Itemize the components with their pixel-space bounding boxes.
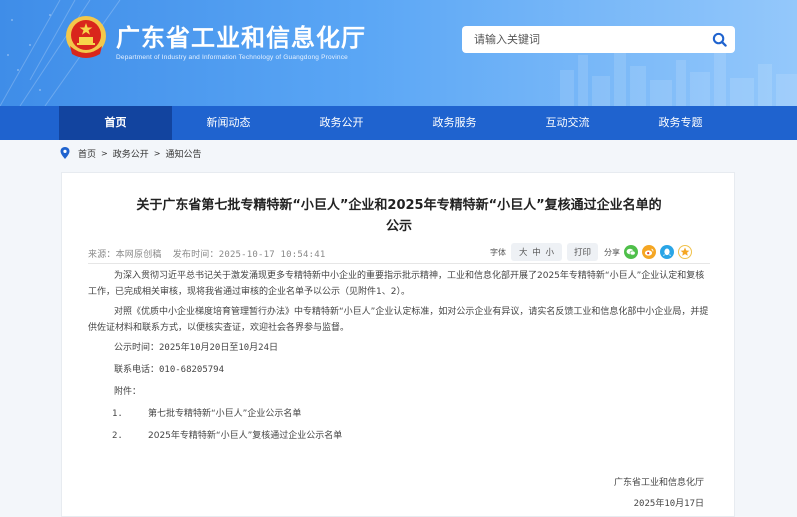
time-label: 发布时间： <box>172 250 219 260</box>
font-size-medium[interactable]: 中 <box>532 248 541 258</box>
font-size-small[interactable]: 小 <box>545 248 554 258</box>
nav-item-services[interactable]: 政务服务 <box>398 106 511 140</box>
attachment-number: 2. <box>112 431 123 441</box>
breadcrumb-notices[interactable]: 通知公告 <box>165 147 201 160</box>
wechat-icon[interactable] <box>623 245 638 259</box>
site-subtitle: Department of Industry and Information T… <box>116 54 348 61</box>
weibo-icon[interactable] <box>641 245 656 259</box>
national-emblem-icon <box>66 16 106 58</box>
article-paragraph-1: 为深入贯彻习近平总书记关于激发涌现更多专精特新中小企业的重要指示批示精神，工业和… <box>88 271 705 297</box>
attachment-item: 2. 2025年专精特新“小巨人”复核通过企业公示名单 <box>88 428 710 444</box>
signature-department: 广东省工业和信息化厅 <box>613 478 704 488</box>
article-card: 关于广东省第七批专精特新“小巨人”企业和2025年专精特新“小巨人”复核通过企业… <box>61 172 735 517</box>
article-title-line2: 公示 <box>385 219 412 234</box>
source-value: 本网原创稿 <box>115 250 162 260</box>
article-title-line1: 关于广东省第七批专精特新“小巨人”企业和2025年专精特新“小巨人”复核通过企业… <box>136 198 662 213</box>
font-size-switch: 大 中 小 <box>511 243 562 261</box>
site-title[interactable]: 广东省工业和信息化厅 <box>116 18 366 53</box>
attachment-link-1[interactable]: 第七批专精特新“小巨人”企业公示名单 <box>148 406 301 422</box>
breadcrumb: 首页 > 政务公开 > 通知公告 <box>60 146 201 160</box>
breadcrumb-home[interactable]: 首页 <box>78 147 96 160</box>
contact-phone: 联系电话：010-68205794 <box>114 365 225 375</box>
share-label: 分享 <box>603 247 620 257</box>
print-button[interactable]: 打印 <box>566 243 598 261</box>
nav-item-gov-affairs[interactable]: 政务公开 <box>285 106 398 140</box>
attachments-label: 附件： <box>114 387 142 397</box>
signature-date: 2025年10月17日 <box>633 499 704 509</box>
nav-item-topics[interactable]: 政务专题 <box>624 106 737 140</box>
font-size-large[interactable]: 大 <box>519 248 528 258</box>
article-meta: 来源：本网原创稿 发布时间：2025-10-17 10:54:41 <box>88 247 325 260</box>
favorite-star-icon[interactable] <box>677 245 692 259</box>
nav-item-news[interactable]: 新闻动态 <box>172 106 285 140</box>
nav-item-interaction[interactable]: 互动交流 <box>511 106 624 140</box>
article-body: 为深入贯彻习近平总书记关于激发涌现更多专精特新中小企业的重要指示批示精神，工业和… <box>88 268 710 450</box>
attachment-number: 1. <box>112 409 123 419</box>
header-banner: 广东省工业和信息化厅 Department of Industry and In… <box>0 0 797 106</box>
banner-background <box>0 0 797 106</box>
search-input[interactable] <box>462 26 702 53</box>
font-size-label: 字体 <box>490 247 506 257</box>
main-nav: 首页 新闻动态 政务公开 政务服务 互动交流 政务专题 <box>0 106 797 140</box>
article-paragraph-2: 对照《优质中小企业梯度培育管理暂行办法》中专精特新“小巨人”企业认定标准，如对公… <box>88 307 709 333</box>
publish-time: 2025-10-17 10:54:41 <box>218 250 326 260</box>
article-title: 关于广东省第七批专精特新“小巨人”企业和2025年专精特新“小巨人”复核通过企业… <box>82 195 716 237</box>
nav-item-home[interactable]: 首页 <box>59 106 172 140</box>
meta-divider <box>88 263 710 264</box>
search-box <box>462 26 735 53</box>
location-pin-icon <box>60 147 70 159</box>
attachment-link-2[interactable]: 2025年专精特新“小巨人”复核通过企业公示名单 <box>148 428 342 444</box>
breadcrumb-separator: > <box>101 148 108 158</box>
breadcrumb-gov-affairs[interactable]: 政务公开 <box>113 147 149 160</box>
source-label: 来源： <box>88 250 116 260</box>
search-icon[interactable] <box>712 32 727 47</box>
qq-icon[interactable] <box>659 245 674 259</box>
breadcrumb-separator: > <box>153 148 161 158</box>
attachment-item: 1. 第七批专精特新“小巨人”企业公示名单 <box>88 406 710 422</box>
publicity-period: 公示时间：2025年10月20日至10月24日 <box>114 343 279 353</box>
article-tools: 字体 大 中 小 打印 分享 <box>490 243 692 261</box>
